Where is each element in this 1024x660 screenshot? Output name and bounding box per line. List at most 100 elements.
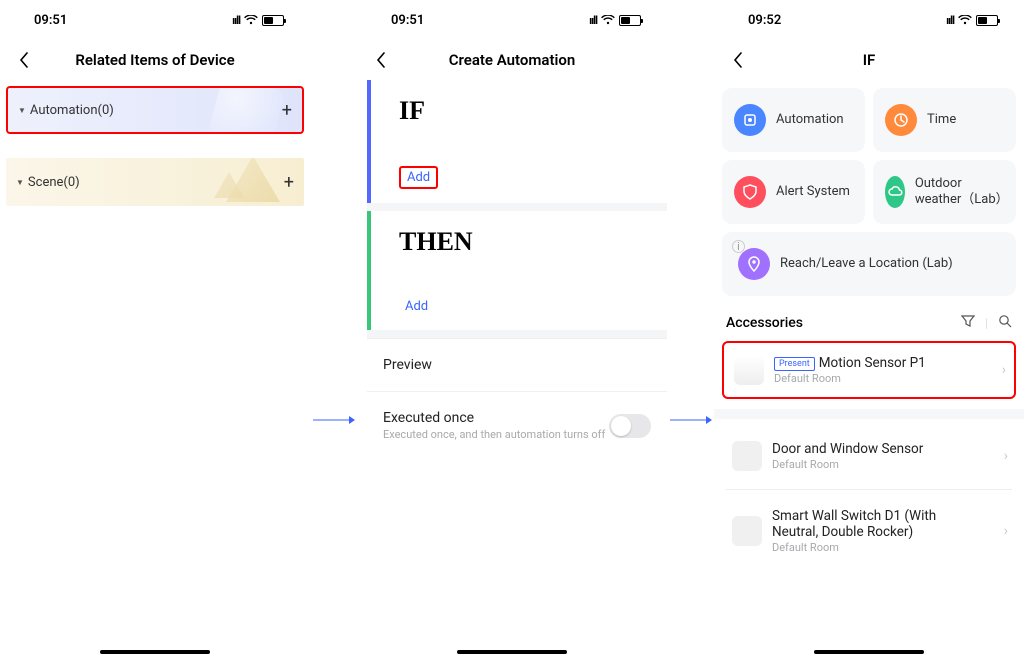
opt-label: Time — [927, 112, 956, 128]
search-button[interactable] — [998, 314, 1012, 331]
accessory-name: PresentMotion Sensor P1 — [774, 355, 926, 371]
present-badge: Present — [774, 357, 815, 371]
signal-icon: ııll — [589, 14, 597, 27]
if-heading: IF — [399, 96, 653, 126]
home-indicator — [457, 650, 567, 654]
screen-related-items: 09:51 ııll Related Items of Device ▼ Aut… — [0, 0, 310, 660]
weather-icon — [885, 176, 905, 208]
accessory-door-window[interactable]: Door and Window Sensor Default Room › — [722, 429, 1016, 483]
filter-button[interactable] — [961, 314, 975, 331]
preview-label: Preview — [383, 357, 432, 373]
scene-label: Scene(0) — [28, 175, 80, 190]
caret-down-icon: ▼ — [18, 106, 26, 115]
executed-once-toggle[interactable] — [609, 414, 651, 438]
accessory-name: Smart Wall Switch D1 (With Neutral, Doub… — [772, 508, 962, 540]
add-automation-button[interactable]: + — [282, 100, 292, 121]
device-thumb — [732, 516, 762, 546]
device-thumb — [732, 441, 762, 471]
battery-icon — [619, 15, 641, 26]
info-icon[interactable]: i — [732, 240, 745, 253]
divider — [714, 409, 1024, 419]
opt-outdoor-weather[interactable]: Outdoor weather（Lab） — [873, 160, 1016, 224]
chevron-left-icon — [733, 52, 743, 68]
decor-mountain-icon — [226, 158, 280, 202]
device-thumb — [734, 355, 764, 385]
status-icons: ııll — [232, 14, 284, 27]
automation-row[interactable]: ▼ Automation(0) + — [6, 86, 304, 134]
opt-reach-leave[interactable]: i Reach/Leave a Location (Lab) — [722, 232, 1016, 296]
status-time: 09:52 — [748, 13, 781, 28]
signal-icon: ııll — [946, 14, 954, 27]
opt-label: Automation — [776, 112, 844, 128]
then-heading: THEN — [399, 227, 653, 257]
flow-arrow — [667, 0, 714, 660]
status-bar: 09:51 ııll — [0, 0, 310, 40]
add-scene-button[interactable]: + — [284, 172, 294, 193]
status-bar: 09:51 ııll — [357, 0, 667, 40]
scene-row[interactable]: ▼ Scene(0) + — [6, 158, 304, 206]
screen-create-automation: 09:51 ııll Create Automation IF Add THEN… — [357, 0, 667, 660]
page-title: Related Items of Device — [0, 51, 310, 69]
divider — [367, 330, 667, 338]
chevron-right-icon: › — [1004, 448, 1008, 464]
opt-alert-system[interactable]: Alert System — [722, 160, 865, 224]
status-time: 09:51 — [391, 13, 424, 28]
divider — [726, 489, 1012, 490]
flow-arrow — [310, 0, 357, 660]
wifi-icon — [244, 15, 258, 25]
page-title: Create Automation — [357, 51, 667, 69]
battery-icon — [976, 15, 998, 26]
status-icons: ııll — [946, 14, 998, 27]
home-indicator — [100, 650, 210, 654]
accessory-room: Default Room — [772, 541, 962, 554]
if-add-button[interactable]: Add — [399, 166, 438, 189]
screen-if-conditions: 09:52 ııll IF Automation Time — [714, 0, 1024, 660]
accessory-wall-switch[interactable]: Smart Wall Switch D1 (With Neutral, Doub… — [722, 496, 1016, 566]
status-time: 09:51 — [34, 13, 67, 28]
divider: | — [985, 316, 988, 330]
accessory-room: Default Room — [774, 372, 926, 385]
opt-automation[interactable]: Automation — [722, 88, 865, 152]
header: IF — [714, 40, 1024, 80]
then-block: THEN Add — [367, 211, 667, 330]
automation-label: Automation(0) — [30, 103, 114, 118]
preview-row[interactable]: Preview — [367, 338, 667, 391]
back-button[interactable] — [371, 50, 391, 70]
chevron-right-icon: › — [1002, 362, 1006, 378]
location-icon — [738, 248, 770, 280]
accessory-room: Default Room — [772, 458, 923, 471]
opt-time[interactable]: Time — [873, 88, 1016, 152]
opt-label: Reach/Leave a Location (Lab) — [780, 256, 953, 272]
chevron-right-icon: › — [1004, 523, 1008, 539]
header: Create Automation — [357, 40, 667, 80]
header: Related Items of Device — [0, 40, 310, 80]
back-button[interactable] — [728, 50, 748, 70]
automation-icon — [734, 104, 766, 136]
executed-once-sub: Executed once, and then automation turns… — [383, 428, 605, 441]
page-title: IF — [714, 51, 1024, 69]
wifi-icon — [601, 15, 615, 25]
status-bar: 09:52 ııll — [714, 0, 1024, 40]
executed-once-row: Executed once Executed once, and then au… — [367, 391, 667, 459]
chevron-left-icon — [19, 52, 29, 68]
filter-icon — [961, 314, 975, 328]
battery-icon — [262, 15, 284, 26]
then-add-button[interactable]: Add — [399, 297, 434, 316]
if-block: IF Add — [367, 80, 667, 203]
alert-icon — [734, 176, 766, 208]
accessories-header: Accessories | — [714, 296, 1024, 337]
chevron-left-icon — [376, 52, 386, 68]
opt-label: Outdoor weather（Lab） — [915, 176, 1004, 207]
wifi-icon — [958, 15, 972, 25]
search-icon — [998, 314, 1012, 328]
decor-card-icon — [207, 86, 285, 134]
accessory-motion-sensor[interactable]: PresentMotion Sensor P1 Default Room › — [722, 341, 1016, 399]
accessory-name: Door and Window Sensor — [772, 441, 923, 457]
accessories-title: Accessories — [726, 315, 803, 331]
executed-once-title: Executed once — [383, 410, 605, 426]
signal-icon: ııll — [232, 14, 240, 27]
caret-down-icon: ▼ — [16, 178, 24, 187]
status-icons: ııll — [589, 14, 641, 27]
back-button[interactable] — [14, 50, 34, 70]
opt-label: Alert System — [776, 184, 850, 200]
